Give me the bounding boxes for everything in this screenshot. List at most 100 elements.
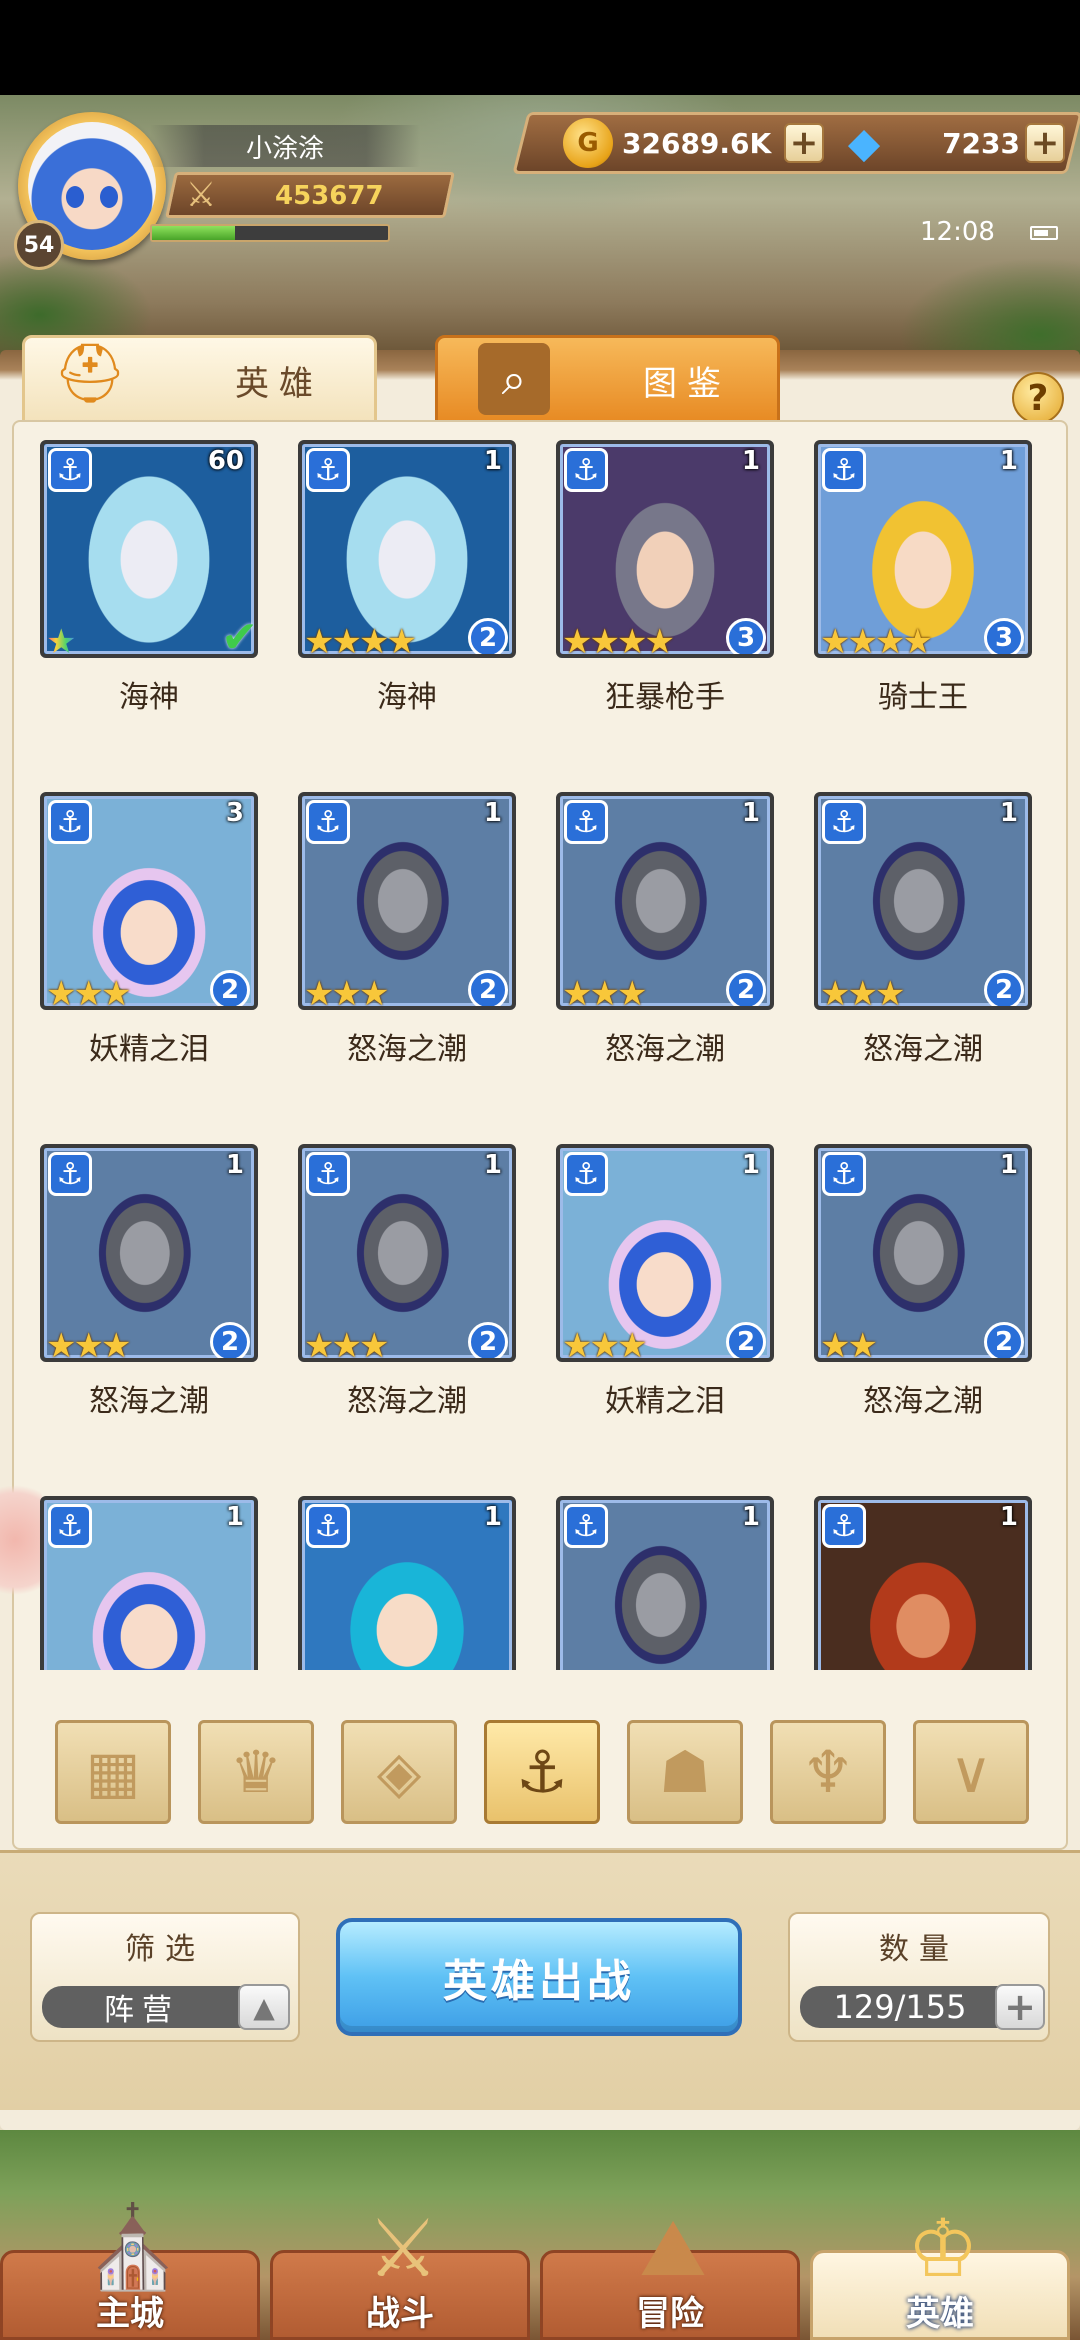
star-rating: ★ ★ ★ xyxy=(304,974,390,1010)
hero-rank-badge: 2 xyxy=(210,1322,250,1358)
tab-codex[interactable]: ⌕ 图鉴 xyxy=(435,335,780,425)
anchor-icon: ⚓ xyxy=(822,448,866,492)
hero-card[interactable]: ⚓ 1 xyxy=(814,1496,1032,1670)
hero-name: 妖精之泪 xyxy=(605,1384,725,1419)
star-rating: ★ ★ ★ xyxy=(46,974,132,1006)
helmet-icon: ⛑ xyxy=(53,338,127,407)
clock: 12:08 xyxy=(920,217,995,247)
hero-level: 3 xyxy=(225,798,244,828)
camp-filter-row: ▦ ♛ ◈ ⚓ ☗ ♆ ∨ xyxy=(55,1720,1035,1824)
star-icon: ★ xyxy=(847,622,878,658)
hero-card[interactable]: ⚓ 1 xyxy=(40,1496,258,1670)
hero-card[interactable]: ⚓ 1 ★ ★ ★ 2 妖精之泪 xyxy=(556,1144,774,1419)
nav-item[interactable]: ♔ 英雄 xyxy=(810,2202,1070,2340)
star-rating: ★ ★ ★ ★ xyxy=(820,622,933,658)
anchor-icon: ⚓ xyxy=(822,800,866,844)
star-icon: ★ xyxy=(820,974,851,1010)
star-icon: ★ xyxy=(847,1326,878,1362)
add-gold-button[interactable]: + xyxy=(784,123,824,163)
anchor-icon: ⚓ xyxy=(48,1152,92,1196)
nav-label: 战斗 xyxy=(366,2294,434,2334)
star-rating: ★ ★ ★ ★ xyxy=(562,622,675,658)
filter-box: 筛选 阵营 ▲ xyxy=(30,1912,300,2042)
count-title: 数量 xyxy=(879,1932,959,1967)
hero-rank-badge: 2 xyxy=(468,618,508,654)
star-icon: ★ xyxy=(73,1326,104,1362)
hero-level: 60 xyxy=(207,446,244,476)
nav-item[interactable]: ⛰ 冒险 xyxy=(540,2201,800,2340)
deployed-check-icon: ✔ xyxy=(221,612,258,658)
crossed-swords-icon: ⚔ xyxy=(185,175,217,215)
star-icon: ★ xyxy=(616,974,648,1010)
nav-item[interactable]: ⚔ 战斗 xyxy=(270,2202,530,2340)
hero-rank-badge: 2 xyxy=(984,970,1024,1006)
star-icon: ★ xyxy=(358,622,390,658)
hero-card[interactable]: ⚓ 1 ★ ★ ★ 2 怒海之潮 xyxy=(298,792,516,1067)
hero-card[interactable]: ⚓ 60 ★ ✔ 海神 xyxy=(40,440,258,715)
hero-card[interactable]: ⚓ 1 ★ ★ ★ ★ 3 狂暴枪手 xyxy=(556,440,774,715)
anchor-icon: ⚓ xyxy=(48,800,92,844)
hero-name: 怒海之潮 xyxy=(89,1384,209,1419)
star-icon: ★ xyxy=(847,974,878,1010)
star-icon: ★ xyxy=(589,622,620,658)
hero-card[interactable]: ⚓ 1 xyxy=(298,1496,516,1670)
filter-camp-select[interactable]: 阵营 xyxy=(42,1986,242,2028)
chevron-up-icon[interactable]: ▲ xyxy=(238,1984,290,2030)
hero-name: 怒海之潮 xyxy=(347,1384,467,1419)
star-icon: ★ xyxy=(358,1326,390,1362)
hero-card[interactable]: ⚓ 1 ★ ★ ★ ★ 2 海神 xyxy=(298,440,516,715)
hero-name: 海神 xyxy=(377,680,437,715)
hero-level: 1 xyxy=(999,446,1018,476)
wings-v-icon[interactable]: ∨ xyxy=(913,1720,1029,1824)
demon-horns-icon[interactable]: ♆ xyxy=(770,1720,886,1824)
deploy-heroes-button[interactable]: 英雄出战 xyxy=(336,1918,742,2036)
hero-card[interactable]: ⚓ 1 ★ ★ ★ 2 怒海之潮 xyxy=(814,792,1032,1067)
hero-portrait: ⚓ 1 ★ ★ ★ ★ 3 xyxy=(556,440,774,658)
star-icon: ★ xyxy=(331,622,362,658)
anchor-icon: ⚓ xyxy=(564,800,608,844)
hero-card[interactable]: ⚓ 1 ★ ★ 2 怒海之潮 xyxy=(814,1144,1032,1419)
hero-card[interactable]: ⚓ 1 ★ ★ ★ 2 怒海之潮 xyxy=(556,792,774,1067)
flame-crown-icon[interactable]: ♛ xyxy=(198,1720,314,1824)
hero-name: 骑士王 xyxy=(878,680,968,715)
star-icon: ★ xyxy=(46,1326,77,1362)
help-icon[interactable]: ? xyxy=(1012,372,1064,424)
chevron-emblem-icon[interactable]: ◈ xyxy=(341,1720,457,1824)
hero-card[interactable]: ⚓ 3 ★ ★ ★ 2 妖精之泪 xyxy=(40,792,258,1067)
tab-heroes[interactable]: ⛑ 英雄 xyxy=(22,335,377,425)
star-icon: ★ xyxy=(304,1326,335,1362)
tab-heroes-label: 英雄 xyxy=(235,363,323,404)
anchor-icon: ⚓ xyxy=(564,1504,608,1548)
hero-card[interactable]: ⚓ 1 xyxy=(556,1496,774,1670)
expand-capacity-button[interactable]: + xyxy=(995,1984,1045,2030)
hero-card[interactable]: ⚓ 1 ★ ★ ★ 2 怒海之潮 xyxy=(298,1144,516,1419)
anchor-icon[interactable]: ⚓ xyxy=(484,1720,600,1824)
grid-icon[interactable]: ▦ xyxy=(55,1720,171,1824)
star-rating: ★ ★ ★ ★ xyxy=(304,622,417,658)
hero-name: 怒海之潮 xyxy=(605,1032,725,1067)
star-icon: ★ xyxy=(562,1326,593,1362)
star-icon: ★ xyxy=(616,622,648,658)
star-icon: ★ xyxy=(820,622,851,658)
hero-portrait: ⚓ 1 xyxy=(298,1496,516,1670)
filter-title: 筛选 xyxy=(125,1932,205,1967)
hero-rank-badge: 2 xyxy=(726,1322,766,1358)
count-box: 数量 129/155 + xyxy=(788,1912,1050,2042)
star-icon: ★ xyxy=(616,1326,648,1362)
star-icon: ★ xyxy=(358,974,390,1010)
nav-label: 冒险 xyxy=(636,2294,704,2334)
star-icon: ★ xyxy=(331,974,362,1010)
star-icon: ★ xyxy=(644,622,675,658)
hero-level: 1 xyxy=(999,1150,1018,1180)
player-level-badge: 54 xyxy=(14,220,64,270)
hero-card[interactable]: ⚓ 1 ★ ★ ★ ★ 3 骑士王 xyxy=(814,440,1032,715)
hero-portrait: ⚓ 3 ★ ★ ★ 2 xyxy=(40,792,258,1010)
hero-card[interactable]: ⚓ 1 ★ ★ ★ 2 怒海之潮 xyxy=(40,1144,258,1419)
tab-codex-label: 图鉴 xyxy=(643,363,731,404)
battery-icon xyxy=(1030,226,1058,240)
beast-head-icon[interactable]: ☗ xyxy=(627,1720,743,1824)
hero-rank-badge: 3 xyxy=(984,618,1024,654)
add-gems-button[interactable]: + xyxy=(1025,123,1065,163)
player-name: 小涂涂 xyxy=(150,125,420,167)
nav-item[interactable]: ⛪ 主城 xyxy=(0,2201,260,2340)
